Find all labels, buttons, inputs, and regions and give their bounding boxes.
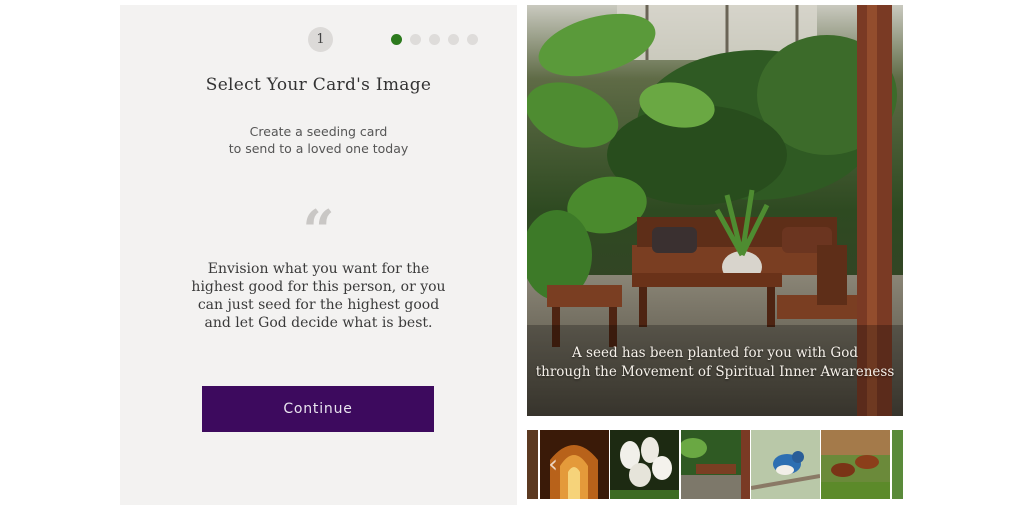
continue-button[interactable]: Continue	[202, 386, 434, 432]
step-progress-dots	[391, 34, 478, 45]
step-dot-5[interactable]	[467, 34, 478, 45]
thumb-horses[interactable]	[821, 430, 890, 499]
preview-caption: A seed has been planted for you with God…	[527, 344, 903, 382]
thumb-white-flowers[interactable]	[610, 430, 679, 499]
instruction-text: Envision what you want for the highest g…	[120, 260, 517, 332]
step-dot-2[interactable]	[410, 34, 421, 45]
card-wizard-panel: 1 Select Your Card's Image Create a seed…	[120, 5, 517, 505]
step-dot-4[interactable]	[448, 34, 459, 45]
thumb-partial-left[interactable]	[527, 430, 538, 499]
step-dot-1[interactable]	[391, 34, 402, 45]
page-title: Select Your Card's Image	[205, 75, 432, 95]
subtitle-line: Create a seeding card	[249, 124, 388, 139]
instruction-line: highest good for this person, or you	[191, 279, 446, 295]
instruction-line: and let God decide what is best.	[204, 315, 433, 331]
instruction-line: can just seed for the highest good	[197, 297, 440, 313]
step-number-badge: 1	[308, 27, 333, 52]
caption-line: A seed has been planted for you with God	[572, 345, 858, 361]
subtitle-line: to send to a loved one today	[228, 141, 409, 156]
image-thumbnail-carousel: ‹	[527, 430, 903, 499]
card-preview-image: A seed has been planted for you with God…	[527, 5, 903, 416]
caption-line: through the Movement of Spiritual Inner …	[535, 364, 895, 380]
thumb-garden-patio[interactable]	[681, 430, 750, 499]
thumb-partial-right[interactable]	[892, 430, 903, 499]
chevron-left-icon[interactable]: ‹	[543, 449, 563, 479]
subtitle: Create a seeding card to send to a loved…	[120, 123, 517, 157]
step-dot-3[interactable]	[429, 34, 440, 45]
quote-icon: “	[302, 198, 335, 264]
instruction-line: Envision what you want for the	[207, 261, 430, 277]
thumb-blue-bird[interactable]	[751, 430, 820, 499]
